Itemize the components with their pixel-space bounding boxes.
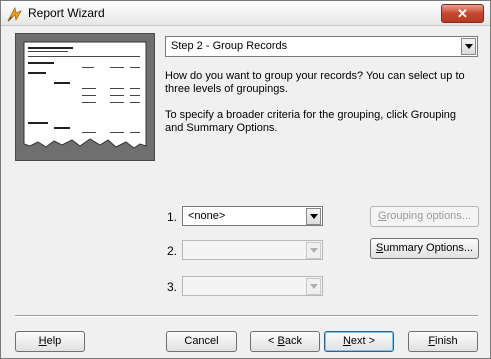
summary-options-button[interactable]: Summary Options... [370,238,479,259]
grouping-level-2-label: 2. [167,244,178,258]
back-label: ack [284,335,302,347]
step-select-value: Step 2 - Group Records [171,40,288,52]
step-select-dropdown-button[interactable] [461,38,476,55]
chevron-down-icon [465,44,473,49]
title-bar: Report Wizard ✕ [1,1,490,26]
cancel-button[interactable]: Cancel [166,331,237,352]
next-mnemonic: N [342,335,351,347]
footer-divider [15,315,478,317]
cancel-label: Cancel [184,335,219,347]
help-button[interactable]: Help [15,331,85,352]
grouping-level-3-label: 3. [167,280,178,294]
help-label: elp [46,335,62,347]
grouping-instructions: How do you want to group your records? Y… [165,70,465,95]
chevron-down-icon [310,214,318,219]
finish-label: inish [435,335,458,347]
grouping-level-1-label: 1. [167,210,178,224]
grouping-level-1-combo[interactable]: <none> [182,206,323,226]
help-mnemonic: H [38,335,47,347]
grouping-options-button[interactable]: Grouping options... [370,206,479,227]
close-icon: ✕ [457,6,468,21]
grouping-options-label: rouping options... [386,210,471,222]
report-preview-illustration [15,33,155,161]
back-prefix: < [268,335,278,347]
next-label: ext > [350,335,376,347]
grouping-level-3-combo[interactable] [182,276,323,296]
step-select[interactable]: Step 2 - Group Records [165,36,478,57]
close-button[interactable]: ✕ [441,4,484,23]
grouping-level-1-dropdown-button[interactable] [306,208,321,225]
grouping-level-3-dropdown-button[interactable] [306,278,321,295]
grouping-level-1-value: <none> [188,210,226,222]
report-wizard-window: Report Wizard ✕ Step 2 - Group Records H… [0,0,491,359]
chevron-down-icon [310,248,318,253]
chevron-down-icon [310,284,318,289]
report-preview-graphic [23,41,147,149]
grouping-level-2-dropdown-button[interactable] [306,242,321,259]
back-button[interactable]: < Back [250,331,320,352]
next-button[interactable]: Next > [324,331,394,352]
back-mnemonic: B [277,335,285,347]
finish-button[interactable]: Finish [408,331,478,352]
report-wizard-icon [7,6,22,22]
grouping-options-hint: To specify a broader criteria for the gr… [165,109,457,134]
grouping-level-2-combo[interactable] [182,240,323,260]
summary-options-label: ummary Options... [383,242,474,254]
grouping-options-mnemonic: G [378,210,387,222]
window-title: Report Wizard [28,6,105,20]
